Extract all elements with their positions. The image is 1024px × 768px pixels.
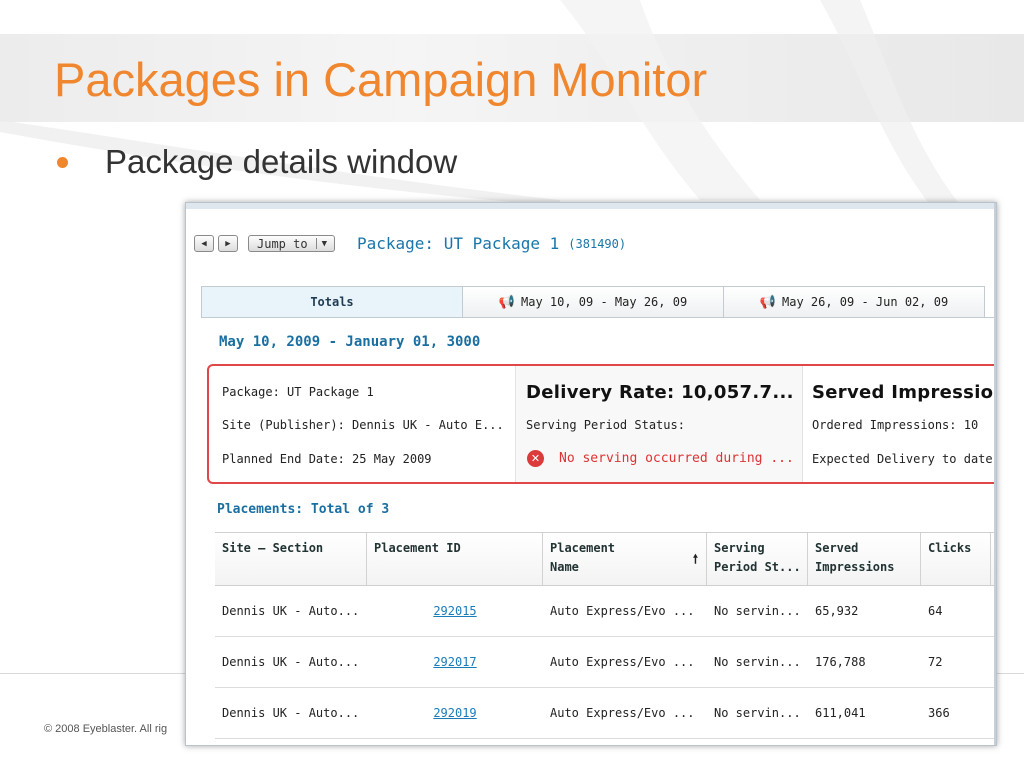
cell-placement-id: 292019 [367,688,543,738]
forward-button[interactable]: ▶ [218,235,238,252]
column-header-site-section[interactable]: Site – Section [215,533,367,585]
triangle-left-icon: ◀ [201,238,207,249]
column-header-clicks[interactable]: Clicks [921,533,991,585]
column-header-serving-period[interactable]: Serving Period St... [707,533,808,585]
table-row[interactable]: Dennis UK - Auto... 292017 Auto Express/… [215,637,996,688]
jump-to-label: Jump to [257,236,308,251]
summary-delivery: Delivery Rate: 10,057.7... Serving Perio… [515,366,803,482]
cell-serving-period: No servin... [714,604,801,618]
package-title: Package: UT Package 1 [357,234,560,253]
sort-ascending-icon: 🠕 [692,552,698,566]
tab-label: Totals [310,295,354,309]
cell-placement-id: 292015 [367,586,543,636]
column-header-label: Placement Name [550,541,616,574]
tab-period-1[interactable]: 📢 May 10, 09 - May 26, 09 [462,286,724,317]
placement-id-link[interactable]: 292015 [433,604,476,618]
table-header: Site – Section Placement ID Placement Na… [215,532,996,586]
cell-placement-name: Auto Express/Evo ... [550,706,695,720]
column-header-placement-name[interactable]: Placement Name 🠕 [543,533,707,585]
error-icon: ✕ [527,450,544,467]
column-header-placement-id[interactable]: Placement ID [367,533,543,585]
megaphone-icon: 📢 [498,294,515,310]
served-impressions: Served Impressio [812,382,994,403]
cell-serving-period: No servin... [714,655,801,669]
date-range: May 10, 2009 - January 01, 3000 [219,334,481,350]
serving-status-value: No serving occurred during ... [559,451,794,466]
cell-served-impressions: 611,041 [815,706,866,720]
jump-to-separator [315,238,317,249]
window-right-edge [994,203,996,745]
cell-serving-period: No servin... [714,706,801,720]
cell-placement-id: 292017 [367,637,543,687]
period-tabs: Totals 📢 May 10, 09 - May 26, 09 📢 May 2… [201,286,985,318]
placements-table: Site – Section Placement ID Placement Na… [215,532,996,739]
summary-impressions: Served Impressio Ordered Impressions: 10… [802,366,996,482]
bullet-dot [57,156,68,168]
bullet-text: Package details window [105,143,458,180]
tab-period-2[interactable]: 📢 May 26, 09 - Jun 02, 09 [723,286,985,317]
cell-placement-name: Auto Express/Evo ... [550,655,695,669]
serving-status-label: Serving Period Status: [526,418,685,432]
planned-end-date: Planned End Date: 25 May 2009 [222,452,432,466]
cell-placement-name: Auto Express/Evo ... [550,604,695,618]
window-toolbar: ◀ ▶ Jump to ▼ Package: UT Package 1 (381… [194,234,626,253]
column-header-served-impressions[interactable]: Served Impressions [808,533,921,585]
cell-site-section: Dennis UK - Auto... [222,655,360,669]
package-id: (381490) [568,236,627,251]
bullet-item: Package details window [57,143,457,181]
placement-id-link[interactable]: 292017 [433,655,476,669]
cell-site-section: Dennis UK - Auto... [222,706,360,720]
footer-copyright: © 2008 Eyeblaster. All rig [44,723,168,735]
cell-served-impressions: 176,788 [815,655,866,669]
window-top-strip [186,203,996,209]
package-name: Package: UT Package 1 [222,385,374,399]
cell-clicks: 366 [928,706,950,720]
tab-totals[interactable]: Totals [201,286,463,317]
chevron-down-icon: ▼ [321,238,327,249]
package-details-window: ◀ ▶ Jump to ▼ Package: UT Package 1 (381… [185,202,997,746]
summary-package-info: Package: UT Package 1 Site (Publisher): … [209,366,514,482]
cell-site-section: Dennis UK - Auto... [222,604,360,618]
back-button[interactable]: ◀ [194,235,214,252]
cell-served-impressions: 65,932 [815,604,859,618]
tab-label: May 10, 09 - May 26, 09 [521,295,688,309]
expected-delivery: Expected Delivery to date [812,452,993,466]
tab-label: May 26, 09 - Jun 02, 09 [782,295,949,309]
triangle-right-icon: ▶ [225,238,231,249]
table-row[interactable]: Dennis UK - Auto... 292015 Auto Express/… [215,586,996,637]
table-row[interactable]: Dennis UK - Auto... 292019 Auto Express/… [215,688,996,739]
summary-panel: Package: UT Package 1 Site (Publisher): … [207,364,996,484]
megaphone-icon: 📢 [759,294,776,310]
jump-to-dropdown[interactable]: Jump to ▼ [248,235,335,252]
placements-title: Placements: Total of 3 [217,502,390,517]
slide-title: Packages in Campaign Monitor [54,53,708,106]
cell-clicks: 72 [928,655,943,669]
ordered-impressions: Ordered Impressions: 10 [812,418,979,432]
site-publisher: Site (Publisher): Dennis UK - Auto E... [222,418,504,432]
placement-id-link[interactable]: 292019 [433,706,476,720]
cell-clicks: 64 [928,604,943,618]
tabs-divider [201,317,996,318]
delivery-rate: Delivery Rate: 10,057.7... [526,382,794,403]
